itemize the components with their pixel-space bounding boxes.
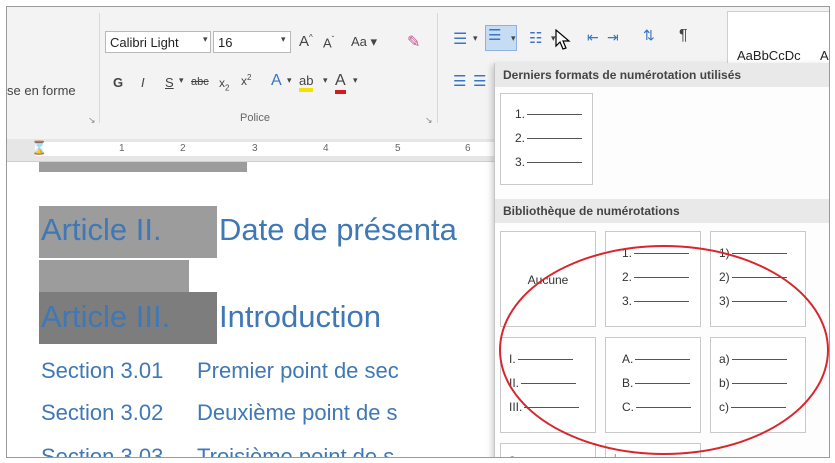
numbering-dropdown: Derniers formats de numérotation utilisé…: [494, 63, 829, 457]
ruler-tick: 5: [395, 143, 401, 154]
underline-button[interactable]: S: [165, 75, 174, 90]
style-normal-preview[interactable]: AaBbCcDc: [737, 48, 801, 63]
bullets-dropdown-icon[interactable]: ▾: [473, 33, 478, 44]
selection-highlight: [39, 162, 247, 172]
font-name-dropdown-icon[interactable]: ▾: [203, 34, 208, 45]
font-size-dropdown-icon[interactable]: ▾: [281, 34, 286, 45]
recent-formats-header: Derniers formats de numérotation utilisé…: [495, 63, 829, 87]
group-separator: [99, 13, 100, 123]
list-line: a): [719, 352, 787, 366]
sort-icon[interactable]: ⇅: [643, 27, 655, 44]
decrease-indent-icon[interactable]: ⇤: [587, 29, 599, 46]
list-line: c): [719, 400, 786, 414]
ruler-text-area: [35, 142, 505, 156]
article-3-title[interactable]: Introduction: [219, 299, 381, 335]
bold-button[interactable]: G: [113, 75, 123, 90]
section-number[interactable]: Section 3.01: [41, 358, 163, 384]
list-line: 1.: [515, 107, 583, 121]
align-left-icon[interactable]: ☰: [453, 72, 466, 90]
align-center-icon[interactable]: ☰: [473, 72, 486, 90]
numbering-none-tile[interactable]: Aucune: [500, 231, 596, 327]
list-line: 1): [719, 246, 787, 260]
numbering-dropdown-icon[interactable]: ▾: [511, 33, 516, 44]
font-name-field[interactable]: Calibri Light: [105, 31, 211, 53]
article-2-title[interactable]: Date de présenta: [219, 212, 457, 248]
list-line: I.: [509, 352, 573, 366]
numbering-format-tile[interactable]: i.: [605, 443, 701, 457]
list-line: II.: [509, 376, 577, 390]
ruler-tick: 4: [323, 143, 329, 154]
ruler-tick: 1: [119, 143, 125, 154]
list-line: 3.: [515, 155, 583, 169]
selection-highlight: [39, 260, 189, 292]
subscript-button[interactable]: x2: [219, 76, 229, 92]
styles-launcher-icon[interactable]: ↘: [88, 115, 96, 126]
numbering-format-tile[interactable]: A. B. C.: [605, 337, 701, 433]
mouse-cursor-icon: [555, 29, 571, 50]
group-separator: [437, 13, 438, 123]
strikethrough-button[interactable]: abc: [191, 76, 209, 88]
numbering-format-tile[interactable]: 1) 2) 3): [710, 231, 806, 327]
list-line: 2.: [515, 131, 583, 145]
list-line: a.: [509, 452, 576, 457]
superscript-button[interactable]: x2: [241, 73, 251, 88]
section-text[interactable]: Deuxième point de s: [197, 400, 398, 426]
font-size-field[interactable]: 16: [213, 31, 291, 53]
bullets-icon[interactable]: ☰: [453, 29, 467, 49]
list-line: 2.: [622, 270, 690, 284]
numbering-format-tile[interactable]: a) b) c): [710, 337, 806, 433]
list-line: 1.: [622, 246, 690, 260]
article-2-label[interactable]: Article II.: [41, 212, 162, 248]
shrink-font-icon[interactable]: Aˇ: [323, 35, 334, 50]
list-line: 2): [719, 270, 787, 284]
multilevel-list-icon[interactable]: ☷: [529, 29, 542, 47]
grow-font-icon[interactable]: A^: [299, 33, 313, 50]
list-line: i.: [614, 452, 677, 457]
list-line: C.: [622, 400, 691, 414]
highlight-icon[interactable]: ab: [299, 73, 314, 92]
library-header: Bibliothèque de numérotations: [495, 199, 829, 223]
none-label: Aucune: [527, 273, 569, 287]
list-line: 3): [719, 294, 787, 308]
numbering-format-tile[interactable]: I. II. III.: [500, 337, 596, 433]
italic-button[interactable]: I: [141, 75, 145, 90]
increase-indent-icon[interactable]: ⇥: [607, 29, 619, 46]
style-next-preview[interactable]: A: [820, 48, 829, 63]
highlight-dropdown-icon[interactable]: ▾: [323, 75, 328, 86]
word-window: se en forme Calibri Light ▾ 16 ▾ A^ Aˇ A…: [6, 6, 830, 458]
font-launcher-icon[interactable]: ↘: [425, 115, 433, 126]
list-line: A.: [622, 352, 691, 366]
ruler-tick: 6: [465, 143, 471, 154]
font-color-icon[interactable]: A: [335, 72, 346, 94]
text-effects-dropdown-icon[interactable]: ▾: [287, 75, 292, 86]
list-line: B.: [622, 376, 691, 390]
numbering-format-tile[interactable]: a.: [500, 443, 596, 457]
section-text[interactable]: Troisième point de s: [197, 444, 394, 457]
ruler-tick: 3: [252, 143, 258, 154]
list-line: b): [719, 376, 787, 390]
section-number[interactable]: Section 3.02: [41, 400, 163, 426]
ruler-tick: 2: [180, 143, 186, 154]
font-group-title: Police: [240, 112, 270, 124]
font-color-dropdown-icon[interactable]: ▾: [353, 75, 358, 86]
pilcrow-icon[interactable]: ¶: [679, 27, 688, 45]
numbering-format-tile[interactable]: 1. 2. 3.: [605, 231, 701, 327]
list-line: III.: [509, 400, 580, 414]
change-case-button[interactable]: Aa ▾: [351, 34, 377, 50]
text-effects-icon[interactable]: A: [271, 72, 282, 90]
section-number[interactable]: Section 3.03: [41, 444, 163, 457]
clear-formatting-icon[interactable]: ✎: [407, 32, 420, 52]
indent-marker-icon[interactable]: ⌛: [31, 140, 47, 156]
article-3-label[interactable]: Article III.: [41, 299, 170, 335]
underline-dropdown-icon[interactable]: ▾: [179, 75, 184, 86]
numbering-format-tile[interactable]: 1. 2. 3.: [500, 93, 593, 185]
list-line: 3.: [622, 294, 690, 308]
styles-left-label[interactable]: se en forme: [7, 83, 76, 98]
section-text[interactable]: Premier point de sec: [197, 358, 399, 384]
